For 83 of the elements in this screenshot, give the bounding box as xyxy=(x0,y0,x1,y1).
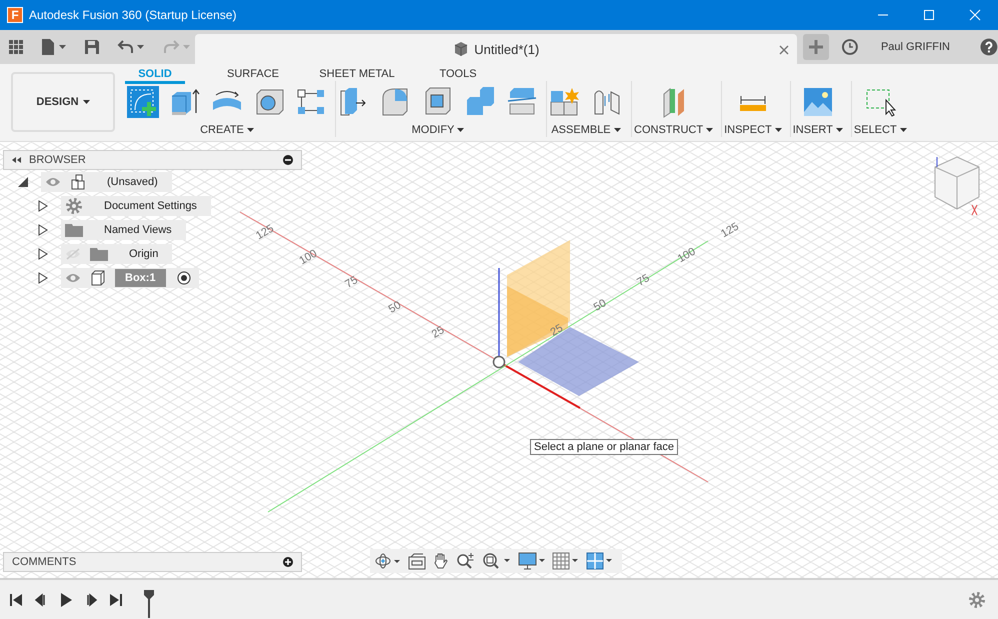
step-back-icon[interactable] xyxy=(34,592,48,606)
axis-label: 50 xyxy=(592,297,608,314)
collapsed-arrow-icon[interactable] xyxy=(37,200,49,212)
play-icon[interactable] xyxy=(59,592,73,606)
collapsed-arrow-icon[interactable] xyxy=(37,224,49,236)
axis-label: 125 xyxy=(719,220,741,240)
gear-icon xyxy=(65,197,83,215)
document-tab[interactable]: Untitled*(1) xyxy=(195,34,798,64)
timeline-marker-icon[interactable] xyxy=(144,590,154,618)
caret-icon xyxy=(82,100,90,104)
cube-icon xyxy=(453,41,470,57)
cubes-star-icon[interactable] xyxy=(549,86,581,118)
app-logo: F xyxy=(7,7,23,23)
origin-point[interactable] xyxy=(492,356,506,368)
ribbon-tab[interactable]: SURFACE xyxy=(197,66,309,81)
caret-icon xyxy=(706,128,714,132)
caret-icon xyxy=(836,128,843,132)
group-menu-button[interactable]: CREATE xyxy=(200,124,254,136)
help-icon[interactable] xyxy=(980,38,998,56)
radio-target-icon[interactable] xyxy=(176,271,191,285)
component-icon xyxy=(70,174,86,190)
axis-label: 100 xyxy=(297,248,320,268)
expanded-arrow-icon[interactable] xyxy=(17,176,29,188)
workspace-button[interactable]: DESIGN xyxy=(11,72,115,132)
axis-label: 125 xyxy=(254,222,276,242)
tooltip: Select a plane or planar face xyxy=(530,439,678,455)
box-icon xyxy=(90,270,106,286)
caret-icon xyxy=(614,128,621,132)
collapse-icon[interactable] xyxy=(12,156,22,164)
axis-label: 50 xyxy=(386,299,404,316)
maximize-icon[interactable] xyxy=(923,9,935,21)
group-menu-button[interactable]: SELECT xyxy=(854,124,907,136)
group-menu-button[interactable]: INSERT xyxy=(792,124,843,136)
collapsed-arrow-icon[interactable] xyxy=(37,248,49,260)
zoom-icon[interactable] xyxy=(456,552,476,570)
orbit-icon[interactable] xyxy=(374,552,402,570)
skip-to-end-icon[interactable] xyxy=(109,592,123,606)
group-menu-button[interactable]: ASSEMBLE xyxy=(551,124,621,136)
axis-label: 25 xyxy=(430,324,446,341)
group-menu-button[interactable]: INSPECT xyxy=(724,124,782,136)
folder-icon xyxy=(90,247,108,261)
look-at-icon[interactable] xyxy=(408,552,426,570)
axis-label: 75 xyxy=(635,272,652,289)
collapsed-arrow-icon[interactable] xyxy=(37,272,49,284)
file-menu-icon[interactable] xyxy=(40,39,68,55)
zoom-window-icon[interactable] xyxy=(482,552,512,570)
skip-to-start-icon[interactable] xyxy=(9,592,23,606)
plus-circle-icon[interactable] xyxy=(283,557,293,567)
tree-item[interactable]: (Unsaved) xyxy=(41,172,172,192)
clock-icon[interactable] xyxy=(841,38,859,56)
ribbon-tab[interactable]: TOOLS xyxy=(424,66,492,81)
new-tab-button[interactable] xyxy=(803,34,830,60)
monitor-icon[interactable] xyxy=(518,552,546,570)
save-icon[interactable] xyxy=(84,39,100,55)
group-menu-button[interactable]: MODIFY xyxy=(412,124,464,136)
caret-icon xyxy=(457,128,464,132)
settings-icon[interactable] xyxy=(968,590,986,608)
panel-title: BROWSER xyxy=(29,154,86,166)
caret-icon xyxy=(246,128,254,132)
caret-icon xyxy=(774,128,782,132)
grid-icon[interactable] xyxy=(552,552,580,570)
group-menu-button[interactable]: CONSTRUCT xyxy=(634,124,714,136)
ribbon-tab[interactable]: SHEET METAL xyxy=(312,66,402,81)
close-icon[interactable] xyxy=(779,45,790,55)
viewports-icon[interactable] xyxy=(586,552,614,570)
folder-icon xyxy=(65,223,83,237)
caret-icon xyxy=(900,128,907,132)
tree-item[interactable]: Named Views xyxy=(61,220,186,240)
app-grid-icon[interactable] xyxy=(8,39,24,55)
tree-item[interactable]: Origin xyxy=(61,244,172,264)
panel-title: COMMENTS xyxy=(12,556,76,568)
plus-icon xyxy=(809,40,824,54)
window-title: Autodesk Fusion 360 (Startup License) xyxy=(29,8,236,22)
hand-icon[interactable] xyxy=(432,552,450,570)
minus-circle-icon[interactable] xyxy=(283,155,293,165)
sketch-frame-icon[interactable] xyxy=(127,86,159,118)
image-icon[interactable] xyxy=(802,86,834,118)
axis-label: 75 xyxy=(343,274,360,291)
axis-label: 25 xyxy=(548,322,566,339)
user-name[interactable]: Paul GRIFFIN xyxy=(880,41,960,53)
axis-label: 100 xyxy=(676,246,698,266)
tree-item[interactable]: Document Settings xyxy=(61,196,211,216)
undo-icon[interactable] xyxy=(116,39,146,55)
